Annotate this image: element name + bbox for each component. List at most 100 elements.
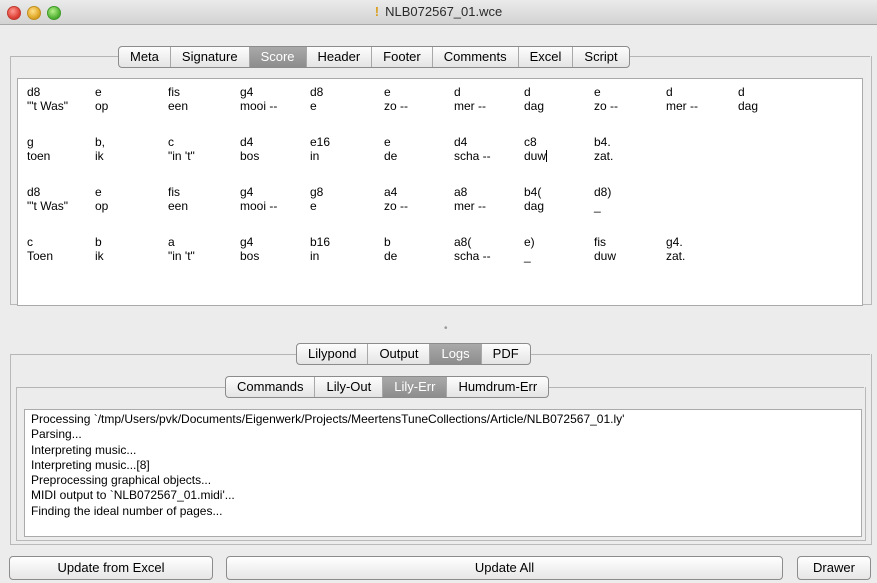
log-tab-lily-out[interactable]: Lily-Out bbox=[314, 377, 382, 397]
note-token: e bbox=[95, 185, 102, 199]
lyric-token: zat. bbox=[666, 249, 686, 263]
log-line: Interpreting music... bbox=[31, 442, 137, 457]
score-cell: e16 in bbox=[310, 135, 390, 163]
note-token: e bbox=[384, 85, 391, 99]
text-caret bbox=[546, 150, 548, 162]
note-token: d bbox=[738, 85, 745, 99]
score-cell: d mer -- bbox=[454, 85, 534, 113]
lyric-token: de bbox=[384, 149, 398, 163]
log-line: MIDI output to `NLB072567_01.midi'... bbox=[31, 488, 235, 503]
score-cell: e zo -- bbox=[384, 85, 464, 113]
score-cell: fis duw bbox=[594, 235, 674, 263]
tab-header[interactable]: Header bbox=[305, 47, 372, 67]
score-cell: g4 mooi -- bbox=[240, 185, 320, 213]
update-from-excel-button[interactable]: Update from Excel bbox=[9, 556, 213, 580]
lyric-token: ik bbox=[95, 149, 104, 163]
score-cell: e de bbox=[384, 135, 464, 163]
score-cell: d8 e bbox=[310, 85, 390, 113]
lyric-token: zo -- bbox=[384, 99, 408, 113]
tab-comments[interactable]: Comments bbox=[431, 47, 518, 67]
lyric-token: bos bbox=[240, 149, 260, 163]
score-cell: e op bbox=[95, 85, 175, 113]
note-token: b16 bbox=[310, 235, 331, 249]
note-token: a8 bbox=[454, 185, 468, 199]
tab-footer[interactable]: Footer bbox=[371, 47, 432, 67]
note-token: e) bbox=[524, 235, 535, 249]
document-warning-icon: ! bbox=[374, 4, 380, 19]
lyric-token: e bbox=[310, 99, 317, 113]
note-token: g8 bbox=[310, 185, 324, 199]
lyric-token: mer -- bbox=[454, 99, 486, 113]
split-handle-icon[interactable]: • bbox=[444, 323, 448, 334]
lyric-token: duw bbox=[524, 149, 548, 163]
score-cell: a "in 't" bbox=[168, 235, 248, 263]
update-all-button[interactable]: Update All bbox=[226, 556, 783, 580]
score-cell: c8 duw bbox=[524, 135, 604, 163]
score-cell: e zo -- bbox=[594, 85, 674, 113]
score-cell: d dag bbox=[738, 85, 818, 113]
score-cell: c "in 't" bbox=[168, 135, 248, 163]
score-cell: b16 in bbox=[310, 235, 390, 263]
lyric-token: _ bbox=[524, 249, 531, 263]
note-token: d4 bbox=[454, 135, 468, 149]
score-cell: e op bbox=[95, 185, 175, 213]
score-cell: g4 bos bbox=[240, 235, 320, 263]
note-token: d4 bbox=[240, 135, 254, 149]
note-token: e16 bbox=[310, 135, 331, 149]
lyric-token: op bbox=[95, 199, 109, 213]
output-tab-lilypond[interactable]: Lilypond bbox=[297, 344, 367, 364]
log-tab-commands[interactable]: Commands bbox=[226, 377, 314, 397]
tab-signature[interactable]: Signature bbox=[169, 47, 249, 67]
output-tab-pdf[interactable]: PDF bbox=[480, 344, 530, 364]
score-cell: b de bbox=[384, 235, 464, 263]
score-cell: b4(dag bbox=[524, 185, 604, 213]
note-token: b, bbox=[95, 135, 106, 149]
lyric-token: mooi -- bbox=[240, 199, 278, 213]
note-token: b bbox=[384, 235, 391, 249]
note-token: d8) bbox=[594, 185, 612, 199]
score-cell: d4 bos bbox=[240, 135, 320, 163]
lyric-token: op bbox=[95, 99, 109, 113]
score-text-area[interactable]: d8 "'t Was" e op fis een g4 mooi -- d8 e e zo -- d me… bbox=[17, 78, 863, 306]
lyric-token: in bbox=[310, 249, 320, 263]
note-token: a bbox=[168, 235, 175, 249]
lyric-token: dag bbox=[524, 99, 545, 113]
log-tab-lily-err[interactable]: Lily-Err bbox=[382, 377, 447, 397]
window-title-area: ! NLB072567_01.wce bbox=[0, 0, 877, 24]
tab-excel[interactable]: Excel bbox=[517, 47, 573, 67]
score-cell: g4. zat. bbox=[666, 235, 746, 263]
window-title: NLB072567_01.wce bbox=[385, 4, 503, 19]
log-line: Parsing... bbox=[31, 427, 82, 442]
lyric-token: een bbox=[168, 99, 189, 113]
note-token: g4 bbox=[240, 185, 254, 199]
output-tab-logs[interactable]: Logs bbox=[429, 344, 481, 364]
drawer-button[interactable]: Drawer bbox=[797, 556, 871, 580]
note-token: g4 bbox=[240, 235, 254, 249]
score-cell: fis een bbox=[168, 185, 248, 213]
score-cell: fis een bbox=[168, 85, 248, 113]
tab-score[interactable]: Score bbox=[248, 47, 306, 67]
tab-meta[interactable]: Meta bbox=[119, 47, 170, 67]
note-token: d bbox=[524, 85, 531, 99]
log-line: Finding the ideal number of pages... bbox=[31, 503, 223, 518]
log-tab-humdrum-err[interactable]: Humdrum-Err bbox=[446, 377, 548, 397]
lyric-token: zat. bbox=[594, 149, 614, 163]
log-text-area[interactable]: Processing `/tmp/Users/pvk/Documents/Eig… bbox=[24, 409, 862, 537]
lyric-token: duw bbox=[594, 249, 617, 263]
note-token: b4. bbox=[594, 135, 611, 149]
tab-script[interactable]: Script bbox=[572, 47, 628, 67]
output-tab-output[interactable]: Output bbox=[367, 344, 429, 364]
lyric-token: een bbox=[168, 199, 189, 213]
score-cell: d mer -- bbox=[666, 85, 746, 113]
score-cell: a4 zo -- bbox=[384, 185, 464, 213]
note-token: c8 bbox=[524, 135, 537, 149]
note-token: fis bbox=[168, 185, 180, 199]
lyric-token: zo -- bbox=[594, 99, 618, 113]
note-token: fis bbox=[168, 85, 180, 99]
lyric-token: bos bbox=[240, 249, 260, 263]
score-cell: d dag bbox=[524, 85, 604, 113]
note-token: b bbox=[95, 235, 102, 249]
note-token: d bbox=[454, 85, 461, 99]
note-token: e bbox=[594, 85, 601, 99]
note-token: e bbox=[95, 85, 102, 99]
